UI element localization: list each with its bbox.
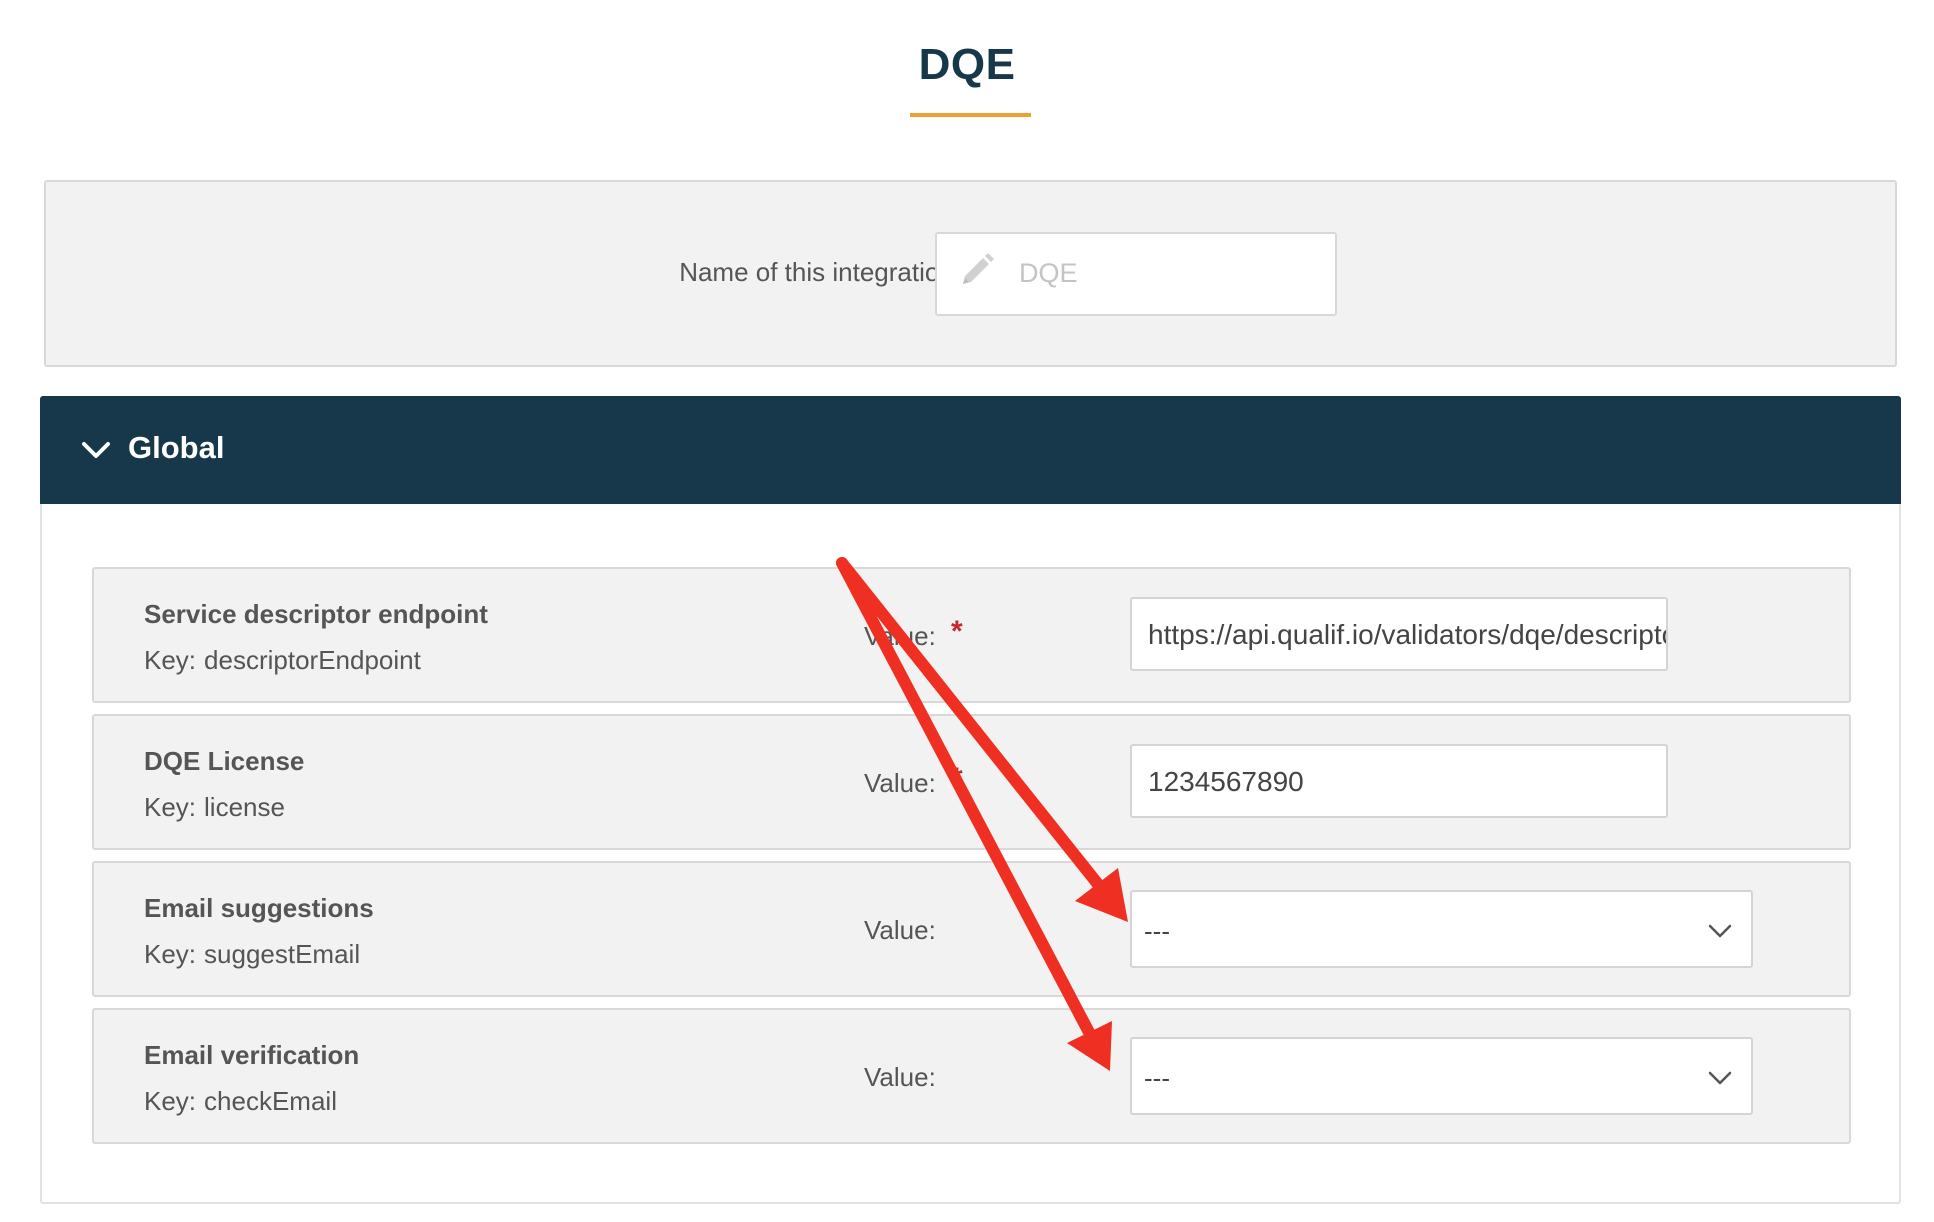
- param-key-value: suggestEmail: [204, 939, 361, 969]
- value-label: Value:: [864, 768, 936, 798]
- param-row-suggest-email: Email suggestions Key: suggestEmail Value…: [92, 861, 1851, 997]
- param-key-label: Key:: [144, 792, 197, 822]
- param-key-value: checkEmail: [204, 1086, 337, 1116]
- dropdown-chevron-icon: [1708, 924, 1732, 938]
- param-row-license: DQE License Key: license Value: * 1234567…: [92, 714, 1851, 850]
- suggest-email-select[interactable]: ---: [1130, 890, 1753, 968]
- param-row-descriptor-endpoint: Service descriptor endpoint Key: descript…: [92, 567, 1851, 703]
- param-title: Email suggestions: [144, 893, 374, 923]
- value-label: Value:: [864, 621, 936, 651]
- param-key-value: descriptorEndpoint: [204, 645, 421, 675]
- param-key: Key: descriptorEndpoint: [144, 645, 421, 676]
- param-key: Key: license: [144, 792, 285, 823]
- pencil-icon: [963, 253, 994, 284]
- param-key: Key: checkEmail: [144, 1086, 337, 1117]
- check-email-select[interactable]: ---: [1130, 1037, 1753, 1115]
- global-section-header[interactable]: Global: [40, 396, 1901, 504]
- descriptor-endpoint-input[interactable]: https://api.qualif.io/validators/dqe/des…: [1130, 597, 1668, 671]
- check-email-selected: ---: [1144, 1063, 1170, 1093]
- integration-name-panel: Name of this integration: DQE: [44, 180, 1897, 367]
- dropdown-chevron-icon: [1708, 1071, 1732, 1085]
- param-row-check-email: Email verification Key: checkEmail Value:…: [92, 1008, 1851, 1144]
- value-label: Value:: [864, 1062, 936, 1092]
- param-key-label: Key:: [144, 1086, 197, 1116]
- integration-name-input[interactable]: DQE: [935, 232, 1337, 316]
- param-key-value: license: [204, 792, 285, 822]
- global-section-title: Global: [128, 430, 225, 465]
- required-marker: *: [951, 762, 963, 795]
- license-input[interactable]: 1234567890: [1130, 744, 1668, 818]
- param-title: DQE License: [144, 746, 305, 776]
- param-key-label: Key:: [144, 645, 197, 675]
- integration-name-label: Name of this integration:: [679, 257, 961, 287]
- chevron-down-icon: [82, 442, 110, 458]
- title-underline: [910, 113, 1031, 117]
- required-marker: *: [951, 615, 963, 648]
- page-title: DQE: [918, 40, 1016, 89]
- integration-name-value: DQE: [1019, 258, 1078, 288]
- license-value: 1234567890: [1148, 766, 1304, 797]
- param-key-label: Key:: [144, 939, 197, 969]
- param-key: Key: suggestEmail: [144, 939, 360, 970]
- param-title: Email verification: [144, 1040, 360, 1070]
- value-label: Value:: [864, 915, 936, 945]
- param-title: Service descriptor endpoint: [144, 599, 488, 629]
- suggest-email-selected: ---: [1144, 916, 1170, 946]
- descriptor-endpoint-value: https://api.qualif.io/validators/dqe/des…: [1148, 619, 1668, 650]
